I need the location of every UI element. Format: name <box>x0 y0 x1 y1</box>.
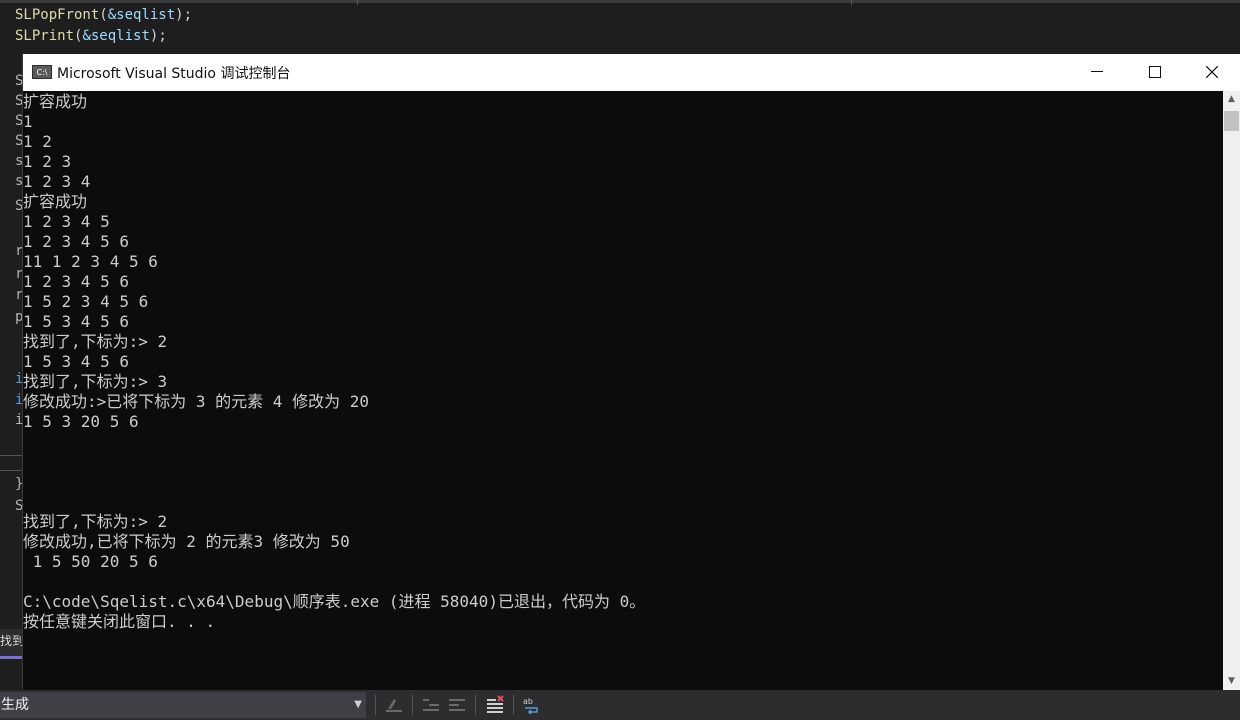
outdent-icon[interactable] <box>420 694 442 716</box>
console-output-line: 1 5 2 3 4 5 6 <box>23 292 149 311</box>
divider <box>357 0 358 5</box>
window-titlebar[interactable]: C:\ Microsoft Visual Studio 调试控制台 <box>23 54 1240 91</box>
console-output-line: 修改成功,已将下标为 2 的元素3 修改为 50 <box>23 532 350 551</box>
console-output-line: 找到了,下标为:> 2 <box>23 512 168 531</box>
scroll-up-arrow-icon[interactable]: ▲ <box>1223 91 1240 108</box>
console-output-line: 1 5 50 20 5 6 <box>23 552 158 571</box>
console-output-line: 修改成功:>已将下标为 3 的元素 4 修改为 20 <box>23 392 369 411</box>
output-toolbar: 生成 ▼ ab <box>0 690 1240 720</box>
console-output-line: 1 5 3 4 5 6 <box>23 352 129 371</box>
console-output-line: 1 2 3 4 <box>23 172 91 191</box>
scrollbar-thumb[interactable] <box>1224 111 1239 131</box>
toolbar-separator <box>375 695 376 715</box>
console-output-line: 1 2 3 <box>23 152 72 171</box>
close-icon <box>1206 66 1218 78</box>
console-output-line: 11 1 2 3 4 5 6 <box>23 252 158 271</box>
minimize-button[interactable] <box>1068 54 1126 91</box>
toolbar-separator <box>475 695 476 715</box>
dropdown-label: 生成 <box>1 697 29 713</box>
window-title: Microsoft Visual Studio 调试控制台 <box>57 66 291 82</box>
svg-text:ab: ab <box>523 697 533 706</box>
close-button[interactable] <box>1183 54 1240 91</box>
chevron-down-icon[interactable]: ▼ <box>354 692 362 718</box>
console-output-line: 找到了,下标为:> 3 <box>23 372 168 391</box>
code-line[interactable]: SLPrint(&seqlist); <box>15 26 167 46</box>
panel-divider <box>0 470 22 471</box>
console-app-icon: C:\ <box>32 65 52 79</box>
scroll-down-arrow-icon[interactable]: ▼ <box>1223 673 1240 690</box>
console-output-line: 扩容成功 <box>23 92 88 111</box>
toolbar-separator <box>513 695 514 715</box>
output-source-dropdown[interactable]: 生成 ▼ <box>0 692 366 718</box>
bookmark-icon[interactable] <box>383 694 405 716</box>
indent-icon[interactable] <box>446 694 468 716</box>
toolbar-separator <box>412 695 413 715</box>
console-output-line: 1 2 3 4 5 6 <box>23 272 129 291</box>
minimize-icon <box>1091 71 1103 72</box>
debug-console-window[interactable]: C:\ Microsoft Visual Studio 调试控制台 扩容成功 1 1… <box>22 54 1240 690</box>
console-output-line: 找到了,下标为:> 2 <box>23 332 168 351</box>
console-output-line: 1 2 3 4 5 6 <box>23 232 129 251</box>
console-output-line: 扩容成功 <box>23 192 88 211</box>
console-output-line: 1 <box>23 112 33 131</box>
active-tab-indicator <box>0 656 22 659</box>
console-output-line: 按任意键关闭此窗口. . . <box>23 612 216 631</box>
panel-divider <box>0 455 22 456</box>
divider <box>851 0 852 5</box>
word-wrap-icon[interactable]: ab <box>521 694 543 716</box>
console-output[interactable]: 扩容成功 1 1 21 2 31 2 3 4 扩容成功 1 2 3 4 51 2 3 4… <box>23 91 1223 690</box>
console-output-line: 1 2 <box>23 132 52 151</box>
console-output-line: 1 2 3 4 5 <box>23 212 110 231</box>
console-output-line: 1 5 3 20 5 6 <box>23 412 139 431</box>
code-line[interactable]: SLPopFront(&seqlist); <box>15 5 192 25</box>
vertical-scrollbar[interactable]: ▲ ▼ <box>1223 91 1240 690</box>
console-output-line: C:\code\Sqelist.c\x64\Debug\顺序表.exe (进程 … <box>23 592 646 611</box>
clear-all-icon[interactable] <box>484 694 506 716</box>
maximize-icon <box>1149 66 1161 78</box>
console-output-line: 1 5 3 4 5 6 <box>23 312 129 331</box>
editor-tab-strip <box>0 0 1240 3</box>
maximize-button[interactable] <box>1126 54 1184 91</box>
find-results-tab[interactable]: 找到 <box>0 629 22 659</box>
